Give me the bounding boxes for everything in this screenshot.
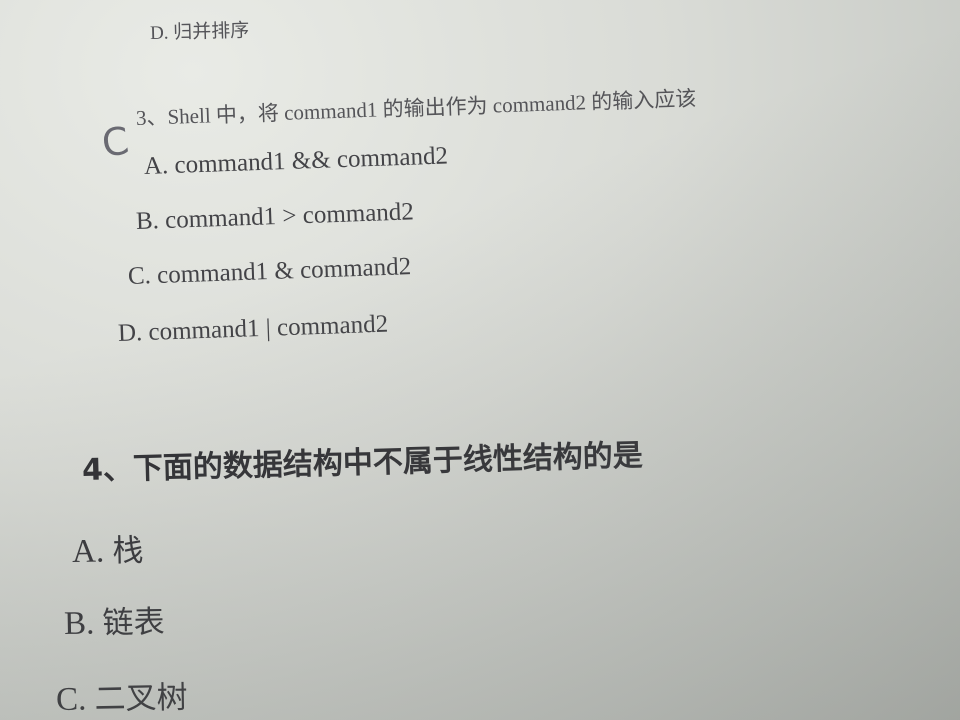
option-letter: B. (63, 605, 95, 642)
question-4-stem: 4、下面的数据结构中不属于线性结构的是 (81, 438, 644, 488)
option-text: 链表 (102, 604, 165, 642)
question-3-option-a: A. command1 && command2 (143, 142, 449, 180)
question-4-option-c: C. 二叉树 (56, 672, 188, 719)
option-letter: A. (71, 533, 105, 570)
question-3-option-c: C. command1 & command2 (127, 253, 412, 290)
question-3-stem: 3、Shell 中，将 command1 的输出作为 command2 的输入应… (135, 86, 697, 130)
question-4-option-b: B. 链表 (64, 596, 165, 643)
question-4-option-a: A. 栈 (72, 525, 144, 571)
option-text: 栈 (112, 532, 144, 570)
option-text: 二叉树 (94, 679, 188, 718)
question-3-option-d: D. command1 | command2 (117, 310, 389, 347)
handwritten-answer: C (99, 118, 132, 166)
question-3-option-b: B. command1 > command2 (135, 198, 415, 235)
option-letter: C. (55, 681, 87, 718)
prev-question-option-d: D. 归并排序 (149, 20, 250, 44)
